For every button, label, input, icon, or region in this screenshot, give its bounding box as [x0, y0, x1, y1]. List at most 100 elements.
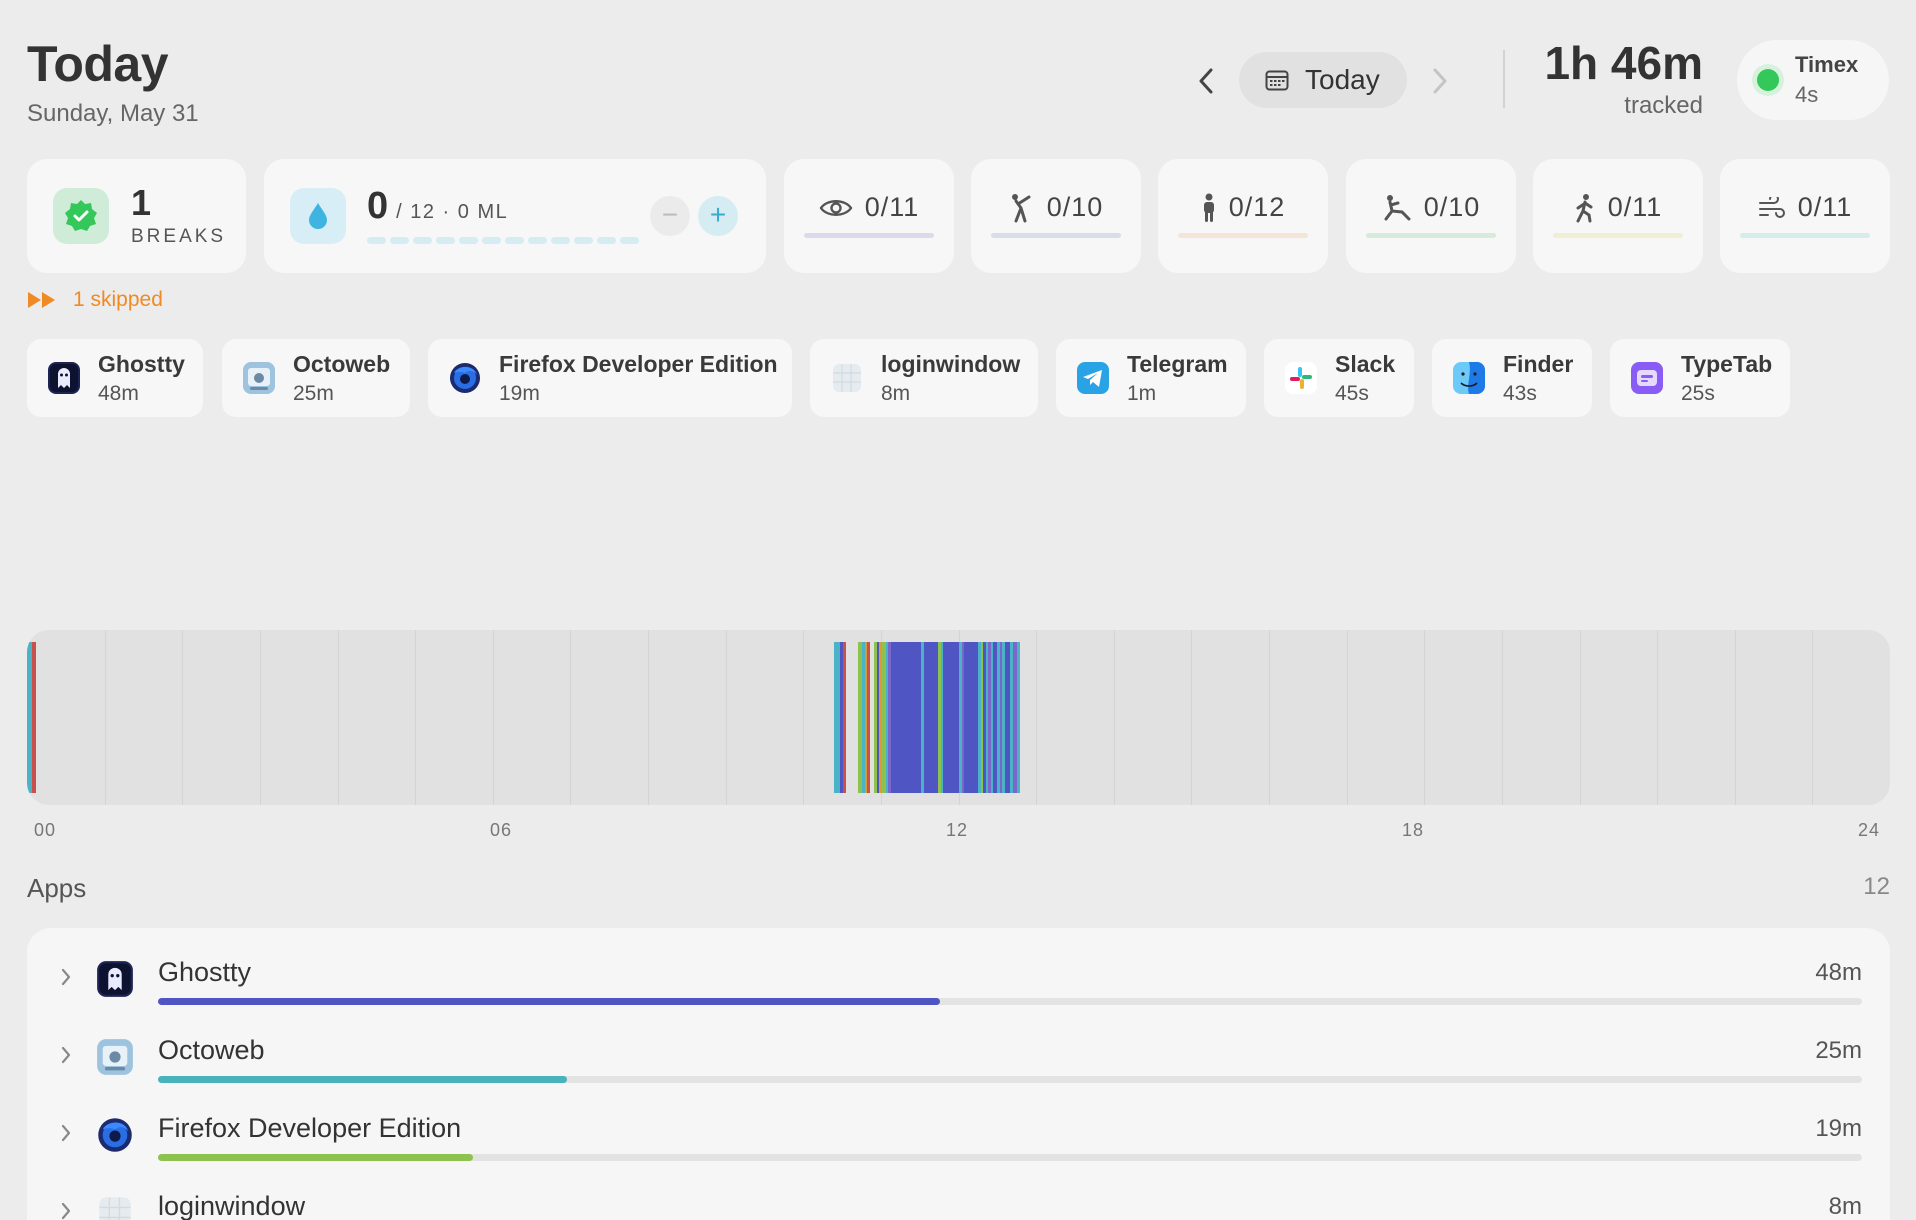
chevron-right-icon[interactable] [55, 966, 77, 988]
previous-day-button[interactable] [1188, 60, 1224, 102]
firefox-icon [447, 360, 483, 396]
app-chip-name: Telegram [1127, 350, 1228, 377]
loginwindow-icon [95, 1193, 135, 1220]
exercise-card-walk[interactable]: 0/11 [1533, 159, 1703, 273]
date-picker-button[interactable]: Today [1239, 52, 1407, 108]
ghostty-icon [95, 959, 135, 999]
app-chip-slack[interactable]: Slack 45s [1264, 339, 1414, 417]
app-usage-bar [158, 1154, 474, 1161]
app-chip-name: Firefox Developer Edition [499, 350, 778, 377]
app-chip-ghostty[interactable]: Ghostty 48m [27, 339, 203, 417]
timeline-activity-segment[interactable] [964, 642, 978, 793]
exercise-progress-bar [991, 233, 1121, 238]
app-chip-name: Finder [1503, 350, 1574, 377]
app-chip-name: Ghostty [98, 350, 185, 377]
app-chip-finder[interactable]: Finder 43s [1432, 339, 1592, 417]
telegram-icon [1075, 360, 1111, 396]
exercise-card-eyes[interactable]: 0/11 [784, 159, 954, 273]
timeline-activity-segment[interactable] [867, 642, 870, 793]
app-chip-time: 25m [293, 381, 334, 405]
app-chip-time: 19m [499, 381, 540, 405]
activity-timeline[interactable] [27, 630, 1890, 805]
exercise-card-lunge[interactable]: 0/10 [1346, 159, 1516, 273]
skipped-indicator[interactable]: 1 skipped [27, 288, 163, 312]
exercise-value: 0/11 [1797, 192, 1853, 222]
chevron-right-icon[interactable] [55, 1044, 77, 1066]
water-goal: / 12 · 0 ML [396, 201, 509, 223]
chevron-left-icon [1199, 68, 1213, 94]
app-chip-loginwindow[interactable]: loginwindow 8m [810, 339, 1038, 417]
app-usage-track [158, 1154, 1862, 1161]
exercise-card-stretch[interactable]: 0/10 [971, 159, 1141, 273]
page-date: Sunday, May 31 [27, 100, 199, 127]
app-row-octoweb[interactable]: Octoweb 25m [27, 1006, 1890, 1084]
timeline-gridline [1735, 630, 1736, 805]
app-chip-telegram[interactable]: Telegram 1m [1056, 339, 1246, 417]
app-row-time: 25m [1815, 1037, 1862, 1064]
calendar-icon [1265, 70, 1289, 91]
app-chip-firefox[interactable]: Firefox Developer Edition 19m [428, 339, 792, 417]
eye-icon [819, 199, 853, 216]
app-chip-octoweb[interactable]: Octoweb 25m [222, 339, 410, 417]
breaks-count: 1 [131, 182, 152, 223]
app-chip-typetab[interactable]: TypeTab 25s [1610, 339, 1790, 417]
app-chip-time: 25s [1681, 381, 1715, 405]
app-row-name: Ghostty [158, 957, 252, 987]
water-increment-button[interactable]: + [698, 196, 738, 236]
app-chip-time: 45s [1335, 381, 1369, 405]
tracked-value: 1h 46m [1544, 37, 1703, 89]
timeline-activity-segment[interactable] [843, 642, 846, 793]
water-card: 0 / 12 · 0 ML − + [264, 159, 766, 273]
timeline-label: 06 [490, 820, 513, 840]
timeline-label: 18 [1402, 820, 1425, 840]
exercise-progress-bar [1553, 233, 1683, 238]
chevron-right-icon[interactable] [55, 1200, 77, 1220]
breathing-icon [1758, 196, 1785, 218]
timeline-activity-segment[interactable] [943, 642, 959, 793]
next-day-button[interactable] [1422, 60, 1458, 102]
date-picker-label: Today [1305, 64, 1380, 95]
app-row-name: Firefox Developer Edition [158, 1113, 462, 1143]
standing-person-icon [1203, 193, 1214, 222]
tracked-label: tracked [1624, 92, 1703, 119]
exercise-value: 0/12 [1228, 192, 1286, 222]
timeline-gridline [1269, 630, 1270, 805]
timeline-gridline [1812, 630, 1813, 805]
timeline-gridline [1191, 630, 1192, 805]
timeline-gridline [1347, 630, 1348, 805]
octoweb-icon [95, 1037, 135, 1077]
exercise-progress-bar [1366, 233, 1496, 238]
loginwindow-icon [829, 360, 865, 396]
app-chip-name: Octoweb [293, 350, 391, 377]
timeline-gridline [260, 630, 261, 805]
finder-icon [1451, 360, 1487, 396]
breaks-label: BREAKS [131, 226, 227, 247]
timeline-gridline [182, 630, 183, 805]
app-chip-time: 43s [1503, 381, 1537, 405]
app-usage-track [158, 998, 1862, 1005]
exercise-card-breathing[interactable]: 0/11 [1720, 159, 1890, 273]
exercise-card-stand[interactable]: 0/12 [1158, 159, 1328, 273]
timeline-activity-segment[interactable] [1017, 642, 1020, 793]
lunge-icon [1384, 194, 1411, 220]
water-decrement-button[interactable]: − [650, 196, 690, 236]
breaks-card[interactable]: 1 BREAKS [27, 159, 246, 273]
timeline-activity-segment[interactable] [924, 642, 938, 793]
timeline-activity-segment[interactable] [891, 642, 921, 793]
app-chip-time: 48m [98, 381, 139, 405]
app-usage-bar [158, 998, 941, 1005]
firefox-icon [95, 1115, 135, 1155]
app-row-loginwindow[interactable]: loginwindow 8m [27, 1162, 1890, 1220]
chevron-right-icon[interactable] [55, 1122, 77, 1144]
app-row-ghostty[interactable]: Ghostty 48m [27, 928, 1890, 1006]
timeline-activity-segment[interactable] [32, 642, 36, 793]
app-row-firefox[interactable]: Firefox Developer Edition 19m [27, 1084, 1890, 1162]
water-value: 0 [367, 185, 389, 227]
apps-list: Ghostty 48m Octoweb 25m Firefox Develope… [27, 928, 1890, 1220]
timer-elapsed: 4s [1795, 82, 1819, 107]
active-timer-button[interactable]: Timex 4s [1737, 40, 1889, 120]
apps-count: 12 [1863, 873, 1890, 900]
exercise-value: 0/10 [1423, 192, 1481, 222]
fast-forward-icon [28, 292, 55, 308]
timeline-gridline [1036, 630, 1037, 805]
